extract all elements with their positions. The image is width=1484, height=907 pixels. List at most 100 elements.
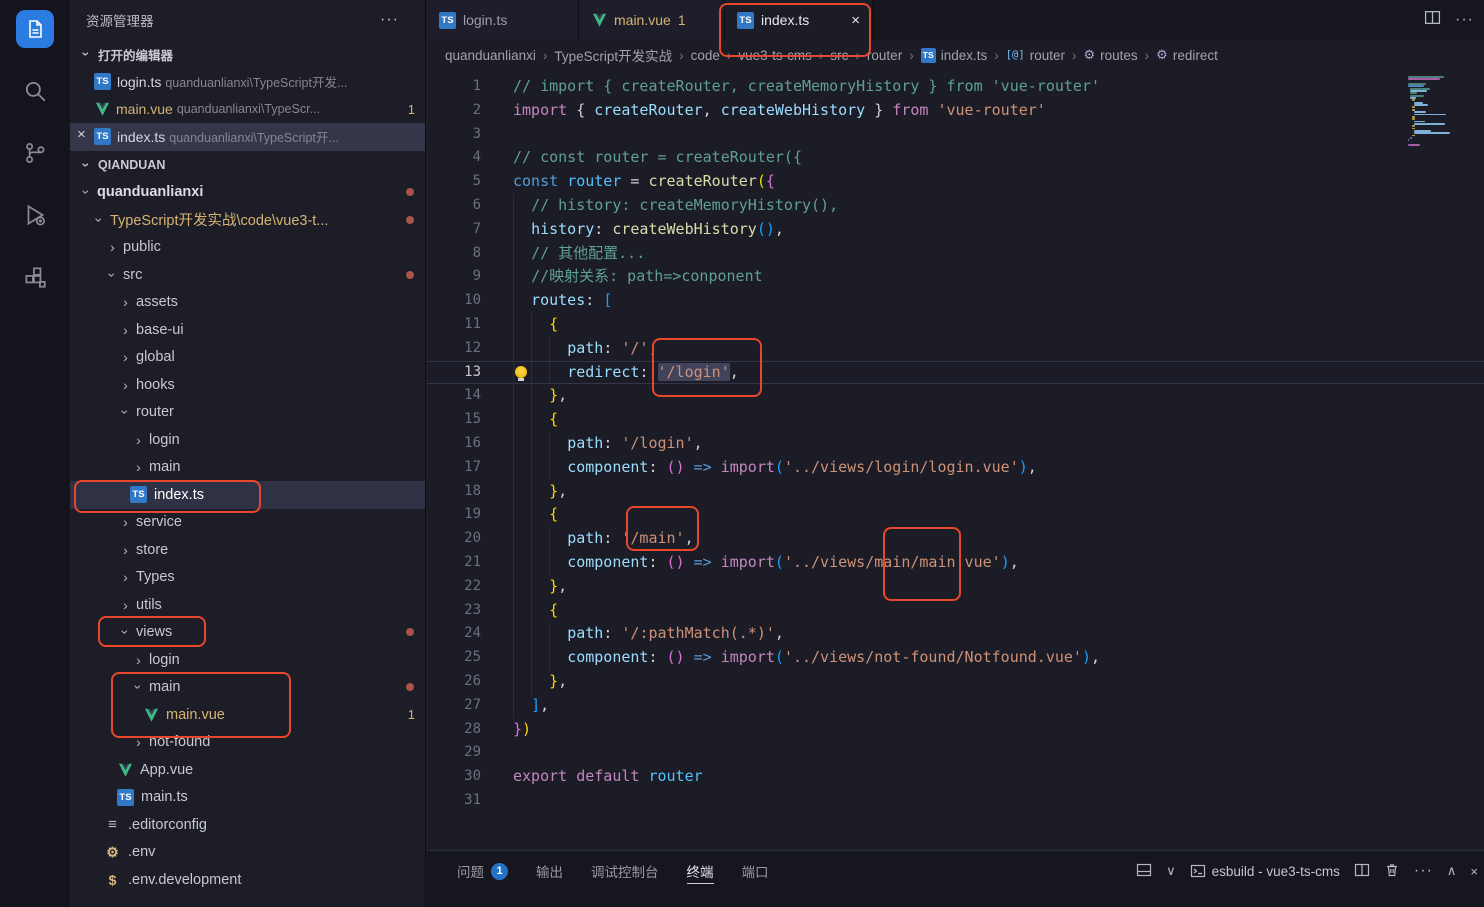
code-line[interactable]: 13 redirect: '/login',	[427, 361, 1484, 385]
tree-item[interactable]: › src	[70, 261, 425, 289]
tab-main.vue[interactable]: main.vue 1	[579, 0, 725, 40]
breadcrumb-item[interactable]: vue3-ts-cms	[738, 48, 812, 63]
tree-item[interactable]: › main	[70, 674, 425, 702]
code-line[interactable]: 4// const router = createRouter({	[427, 146, 1484, 170]
code-line[interactable]: 1// import { createRouter, createMemoryH…	[427, 75, 1484, 99]
tree-item[interactable]: › assets	[70, 289, 425, 317]
maximize-panel-icon[interactable]: ∧	[1447, 863, 1457, 879]
panel-tab-problems[interactable]: 问题 1	[457, 851, 508, 891]
tree-item[interactable]: ≡ .editorconfig	[70, 811, 425, 839]
workspace-header[interactable]: › QIANDUAN	[70, 151, 425, 179]
tree-item[interactable]: › router	[70, 399, 425, 427]
code-line[interactable]: 15 {	[427, 408, 1484, 432]
code-line[interactable]: 22 },	[427, 575, 1484, 599]
breadcrumb-item[interactable]: quanduanlianxi	[445, 48, 536, 63]
code-line[interactable]: 2 import { createRouter, createWebHistory…	[427, 99, 1484, 123]
tree-item[interactable]: › main	[70, 454, 425, 482]
open-editors-header[interactable]: › 打开的编辑器	[70, 40, 425, 68]
close-panel-icon[interactable]: ×	[1470, 864, 1478, 879]
code-line[interactable]: 25 component: () => import('../views/not…	[427, 646, 1484, 670]
panel-tab-output[interactable]: 输出	[536, 851, 563, 891]
panel-layout-icon[interactable]	[1136, 862, 1152, 881]
panel-more-actions-icon[interactable]: ···	[1414, 862, 1433, 880]
tree-item[interactable]: TS main.ts	[70, 784, 425, 812]
code-line[interactable]: 8 // 其他配置...	[427, 242, 1484, 266]
code-line[interactable]: 10 routes: [	[427, 289, 1484, 313]
split-terminal-icon[interactable]	[1354, 862, 1370, 881]
tree-item[interactable]: $ .env.development	[70, 866, 425, 894]
code-line[interactable]: 31	[427, 789, 1484, 813]
panel-tab-debug-console[interactable]: 调试控制台	[591, 851, 659, 891]
tree-item[interactable]: › login	[70, 646, 425, 674]
tree-item[interactable]: › views	[70, 619, 425, 647]
tree-item[interactable]: › global	[70, 344, 425, 372]
code-line[interactable]: 17 component: () => import('../views/log…	[427, 456, 1484, 480]
minimap[interactable]	[1406, 72, 1472, 152]
panel-tab-ports[interactable]: 端口	[742, 851, 769, 891]
tree-item[interactable]: › login	[70, 426, 425, 454]
tab-login.ts[interactable]: TS login.ts	[427, 0, 579, 40]
editor-more-actions-icon[interactable]: ···	[1455, 11, 1474, 29]
code-line[interactable]: 20 path: '/main',	[427, 527, 1484, 551]
tree-item[interactable]: App.vue	[70, 756, 425, 784]
breadcrumb-item[interactable]: code	[691, 48, 720, 63]
code-line[interactable]: 23 {	[427, 599, 1484, 623]
code-line[interactable]: 14 },	[427, 384, 1484, 408]
source-control-icon[interactable]	[16, 134, 54, 172]
code-line[interactable]: 9 //映射关系: path=>conponent	[427, 265, 1484, 289]
code-line[interactable]: 21 component: () => import('../views/mai…	[427, 551, 1484, 575]
open-editor-item[interactable]: main.vue quanduanlianxi\TypeScr... 1	[70, 96, 425, 124]
breadcrumb-item[interactable]: ⚙ routes	[1083, 47, 1137, 63]
code-line[interactable]: 28})	[427, 718, 1484, 742]
code-line[interactable]: 24 path: '/:pathMatch(.*)',	[427, 622, 1484, 646]
terminal-instance[interactable]: esbuild - vue3-ts-cms	[1190, 863, 1340, 879]
open-editor-item[interactable]: × TS index.ts quanduanlianxi\TypeScript开...	[70, 123, 425, 151]
code-line[interactable]: 3	[427, 123, 1484, 147]
code-line[interactable]: 16 path: '/login',	[427, 432, 1484, 456]
code-line[interactable]: 30 export default router	[427, 765, 1484, 789]
panel-tab-terminal[interactable]: 终端	[686, 851, 714, 891]
lightbulb-icon[interactable]	[515, 365, 527, 381]
code-editor[interactable]: 1// import { createRouter, createMemoryH…	[427, 70, 1484, 850]
explorer-icon[interactable]	[16, 10, 54, 48]
extensions-icon[interactable]	[16, 258, 54, 296]
tree-item[interactable]: › not-found	[70, 729, 425, 757]
tree-item[interactable]: › hooks	[70, 371, 425, 399]
tree-item[interactable]: › service	[70, 509, 425, 537]
code-line[interactable]: 7 history: createWebHistory(),	[427, 218, 1484, 242]
tree-item[interactable]: TS index.ts	[70, 481, 425, 509]
tree-item[interactable]: › TypeScript开发实战\code\vue3-t...	[70, 206, 425, 234]
tree-item[interactable]: › base-ui	[70, 316, 425, 344]
breadcrumb-item[interactable]: [@] router	[1006, 48, 1065, 63]
code-line[interactable]: 6 // history: createMemoryHistory(),	[427, 194, 1484, 218]
tree-item[interactable]: main.vue 1	[70, 701, 425, 729]
breadcrumb-item[interactable]: TS index.ts	[920, 47, 987, 63]
search-icon[interactable]	[16, 72, 54, 110]
code-line[interactable]: 5 const router = createRouter({	[427, 170, 1484, 194]
code-line[interactable]: 26 },	[427, 670, 1484, 694]
tree-item[interactable]: ⚙ .env	[70, 839, 425, 867]
run-debug-icon[interactable]	[16, 196, 54, 234]
breadcrumb-item[interactable]: router	[867, 48, 902, 63]
split-editor-icon[interactable]	[1424, 9, 1441, 31]
sidebar-more-actions-icon[interactable]: ···	[380, 11, 399, 29]
breadcrumb-item[interactable]: src	[830, 48, 848, 63]
tab-index.ts[interactable]: TS index.ts ×	[725, 0, 873, 40]
breadcrumb-item[interactable]: ⚙ redirect	[1156, 47, 1218, 63]
code-line[interactable]: 12 path: '/',	[427, 337, 1484, 361]
tree-item[interactable]: › utils	[70, 591, 425, 619]
close-icon[interactable]: ×	[851, 12, 860, 29]
code-line[interactable]: 27 ],	[427, 694, 1484, 718]
code-line[interactable]: 19 {	[427, 503, 1484, 527]
code-line[interactable]: 11 {	[427, 313, 1484, 337]
code-line[interactable]: 29	[427, 741, 1484, 765]
tree-item[interactable]: › quanduanlianxi	[70, 179, 425, 207]
chevron-down-icon[interactable]: ∨	[1166, 863, 1176, 879]
tree-item[interactable]: › public	[70, 234, 425, 262]
close-icon[interactable]: ×	[77, 126, 86, 143]
tree-item[interactable]: › store	[70, 536, 425, 564]
code-line[interactable]: 18 },	[427, 480, 1484, 504]
tree-item[interactable]: › Types	[70, 564, 425, 592]
breadcrumb-item[interactable]: TypeScript开发实战	[554, 45, 672, 65]
open-editor-item[interactable]: TS login.ts quanduanlianxi\TypeScript开发...	[70, 68, 425, 96]
